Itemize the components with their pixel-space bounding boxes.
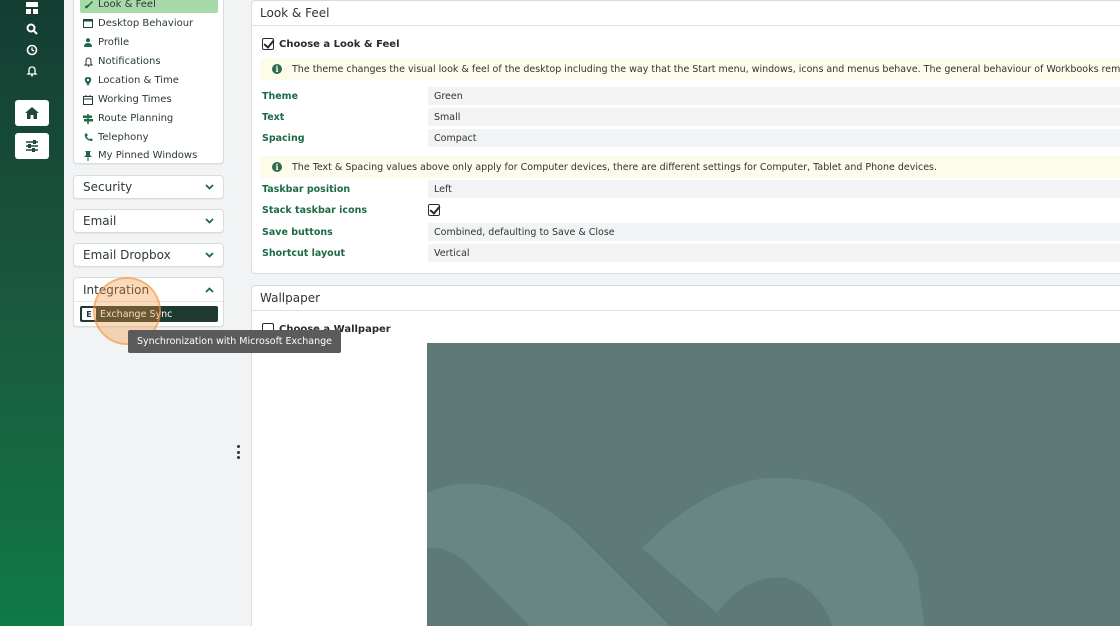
- calendar-icon: [80, 94, 96, 105]
- checkbox-checked-icon: [262, 38, 274, 50]
- info-icon: i: [272, 162, 282, 172]
- chevron-up-icon: [204, 285, 214, 295]
- workbooks-logo-watermark: [427, 477, 925, 626]
- panel-title: Wallpaper: [252, 286, 1120, 311]
- sliders-icon: [26, 140, 38, 152]
- theme-row: Theme Green: [260, 87, 1120, 105]
- theme-info-message: i The theme changes the visual look & fe…: [260, 58, 1120, 80]
- search-icon[interactable]: [24, 21, 40, 37]
- menu-item-label: Telephony: [98, 132, 149, 143]
- settings-button[interactable]: [15, 133, 49, 159]
- menu-item-label: Working Times: [98, 94, 172, 105]
- section-email[interactable]: Email: [73, 209, 224, 233]
- desktop-settings-menu: Look & Feel Desktop Behaviour Profile No…: [73, 0, 224, 164]
- wallpaper-panel: Wallpaper Choose a Wallpaper: [251, 285, 1120, 626]
- bell-icon: [80, 56, 96, 67]
- field-label: Shortcut layout: [262, 247, 345, 259]
- menu-item-label: Location & Time: [98, 75, 179, 86]
- section-email-dropbox[interactable]: Email Dropbox: [73, 243, 224, 267]
- home-button[interactable]: [15, 100, 49, 126]
- wallpaper-preview[interactable]: [427, 343, 1120, 626]
- text-row: Text Small: [260, 108, 1120, 126]
- save-buttons-select[interactable]: Combined, defaulting to Save & Close: [428, 223, 1120, 241]
- field-label: Save buttons: [262, 226, 333, 238]
- more-options-icon[interactable]: [236, 445, 240, 459]
- device-info-message: i The Text & Spacing values above only a…: [260, 156, 1120, 178]
- checkbox-label: Choose a Look & Feel: [279, 38, 400, 50]
- panel-title: Look & Feel: [252, 1, 1120, 26]
- field-label: Stack taskbar icons: [262, 204, 368, 216]
- save-buttons-row: Save buttons Combined, defaulting to Sav…: [260, 223, 1120, 241]
- menu-item-label: Look & Feel: [98, 0, 156, 10]
- menu-item-look-feel[interactable]: Look & Feel: [80, 0, 218, 13]
- shortcut-layout-row: Shortcut layout Vertical: [260, 244, 1120, 262]
- field-label: Spacing: [262, 132, 305, 144]
- stack-taskbar-icons-checkbox[interactable]: [428, 204, 440, 216]
- window-icon: [80, 19, 96, 28]
- chevron-down-icon: [204, 250, 214, 260]
- taskbar: [0, 0, 64, 626]
- phone-icon: [80, 133, 96, 142]
- menu-item-working-times[interactable]: Working Times: [80, 91, 218, 108]
- menu-item-label: Profile: [98, 37, 130, 48]
- menu-item-label: Desktop Behaviour: [98, 18, 194, 29]
- chevron-down-icon: [204, 182, 214, 192]
- field-label: Theme: [262, 90, 299, 102]
- grid-icon[interactable]: [24, 0, 40, 16]
- choose-look-feel-checkbox[interactable]: Choose a Look & Feel: [262, 38, 400, 50]
- person-icon: [80, 38, 96, 47]
- info-icon: i: [272, 64, 282, 74]
- field-label: Taskbar position: [262, 183, 351, 195]
- section-security[interactable]: Security: [73, 175, 224, 199]
- info-text: The Text & Spacing values above only app…: [292, 161, 938, 173]
- menu-item-desktop-behaviour[interactable]: Desktop Behaviour: [80, 15, 218, 32]
- menu-item-location-time[interactable]: Location & Time: [80, 72, 218, 89]
- menu-item-label: My Pinned Windows: [98, 150, 198, 161]
- menu-item-notifications[interactable]: Notifications: [80, 53, 218, 70]
- menu-item-profile[interactable]: Profile: [80, 34, 218, 51]
- chevron-down-icon: [204, 216, 214, 226]
- stack-taskbar-icons-value: [428, 201, 1120, 219]
- text-size-select[interactable]: Small: [428, 108, 1120, 126]
- pin-icon: [80, 76, 96, 86]
- menu-item-label: Notifications: [98, 56, 161, 67]
- menu-item-telephony[interactable]: Telephony: [80, 129, 218, 146]
- section-label: Security: [83, 180, 133, 194]
- look-feel-panel: Look & Feel Choose a Look & Feel i The t…: [251, 0, 1120, 274]
- theme-select[interactable]: Green: [428, 87, 1120, 105]
- stack-taskbar-icons-row: Stack taskbar icons: [260, 201, 1120, 219]
- home-icon: [25, 107, 39, 119]
- signpost-icon: [80, 113, 96, 124]
- clock-icon[interactable]: [24, 42, 40, 58]
- paintbrush-icon: [80, 0, 96, 9]
- spacing-select[interactable]: Compact: [428, 129, 1120, 147]
- menu-item-label: Route Planning: [98, 113, 174, 124]
- menu-item-route-planning[interactable]: Route Planning: [80, 110, 218, 127]
- shortcut-layout-select[interactable]: Vertical: [428, 244, 1120, 262]
- section-label: Email: [83, 214, 117, 228]
- menu-item-my-pinned-windows[interactable]: My Pinned Windows: [80, 147, 218, 164]
- taskbar-position-select[interactable]: Left: [428, 180, 1120, 198]
- field-label: Text: [262, 111, 285, 123]
- bell-icon[interactable]: [24, 63, 40, 79]
- taskbar-position-row: Taskbar position Left: [260, 180, 1120, 198]
- info-text: The theme changes the visual look & feel…: [292, 63, 1120, 75]
- tooltip: Synchronization with Microsoft Exchange: [128, 330, 341, 353]
- spacing-row: Spacing Compact: [260, 129, 1120, 147]
- pushpin-icon: [80, 150, 96, 161]
- section-label: Email Dropbox: [83, 248, 171, 262]
